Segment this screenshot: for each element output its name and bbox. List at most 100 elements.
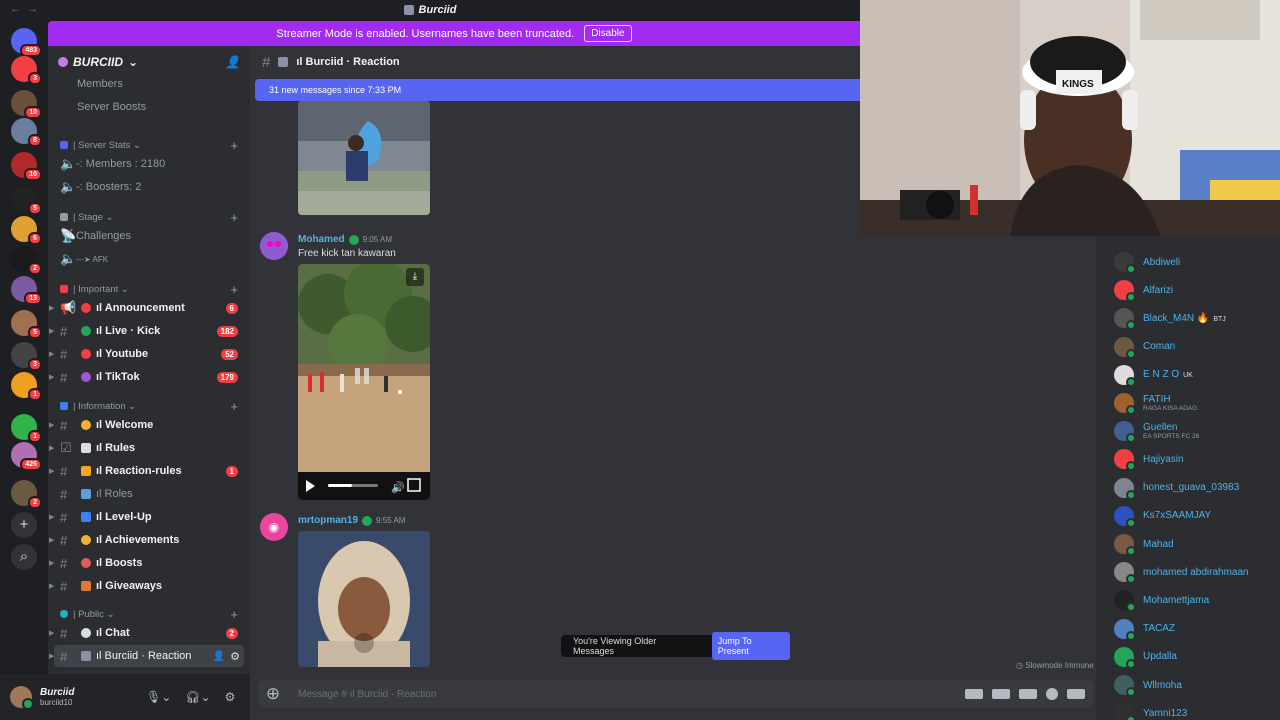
server-icon[interactable]: 3 — [11, 56, 42, 85]
member-item[interactable]: Coman — [1114, 336, 1280, 359]
download-icon[interactable]: ⤓ — [406, 268, 424, 286]
sticker-icon[interactable] — [1019, 689, 1037, 699]
member-item[interactable]: Mahad — [1114, 533, 1280, 556]
jump-to-present-button[interactable]: Jump To Present — [711, 632, 790, 660]
add-channel-icon[interactable]: + — [230, 607, 238, 622]
invite-people-icon[interactable]: 👤 — [225, 55, 240, 69]
channel-youtube[interactable]: ▶ # ıl Youtube 52 — [48, 343, 250, 365]
message-author[interactable]: mrtopman19 9:55 AM — [298, 515, 405, 526]
member-item[interactable]: Updalla — [1114, 646, 1280, 669]
voice-members-count[interactable]: 🔈 -: Members : 2180 — [48, 153, 250, 175]
server-icon[interactable]: 10 — [11, 152, 42, 181]
server-icon[interactable]: 10 — [11, 90, 42, 119]
member-item[interactable]: Black_M4N 🔥 BTJ — [1114, 307, 1280, 331]
channel-level-up[interactable]: ▶ # ıl Level-Up — [48, 506, 250, 528]
hash-icon: # — [60, 555, 68, 571]
hash-icon: # — [60, 486, 68, 502]
member-item[interactable]: Guellen EA SPORTS FC 26 — [1114, 420, 1280, 444]
megaphone-icon: 📢 — [60, 300, 77, 315]
category-important[interactable]: | Important ⌄ + — [48, 279, 250, 299]
category-public[interactable]: | Public ⌄ + — [48, 604, 250, 624]
settings-gear-icon[interactable]: ⚙ — [230, 650, 240, 663]
message-author[interactable]: Mohamed 9:05 AM — [298, 234, 392, 245]
apps-icon[interactable] — [1067, 689, 1085, 699]
member-item[interactable]: Yamni123 — [1114, 702, 1280, 720]
member-name: Mohamettjama — [1143, 594, 1210, 606]
voice-boosters[interactable]: 🔈 -: Boosters: 2 — [48, 176, 250, 198]
stage-icon: 📡 — [60, 228, 77, 243]
channel-giveaways[interactable]: ▶ # ıl Giveaways — [48, 575, 250, 597]
category-stage[interactable]: | Stage ⌄ + — [48, 207, 250, 227]
add-channel-icon[interactable]: + — [230, 399, 238, 414]
add-server-icon[interactable]: + — [11, 512, 37, 538]
avatar[interactable] — [260, 232, 288, 260]
headphones-icon[interactable]: 🎧︎⌄ — [185, 690, 210, 704]
member-item[interactable]: E N Z O UK — [1114, 364, 1280, 387]
new-messages-bar[interactable]: 31 new messages since 7:33 PM — [255, 79, 860, 101]
channel-rules[interactable]: ▶ ☑ ıl Rules — [48, 437, 250, 459]
server-icon[interactable]: 5 — [11, 310, 42, 339]
add-member-icon[interactable]: 👤 — [213, 651, 225, 662]
member-item[interactable]: honest_guava_03983 — [1114, 477, 1280, 500]
back-arrow-icon[interactable]: ← → — [10, 3, 38, 15]
webcam-overlay: KINGS — [860, 0, 1280, 236]
server-icon[interactable]: 2 — [11, 480, 42, 509]
discover-icon[interactable]: ⌕ — [11, 544, 37, 570]
add-channel-icon[interactable]: + — [230, 138, 238, 153]
server-icon[interactable]: 1 — [11, 372, 42, 401]
server-icon[interactable]: 6 — [11, 216, 42, 245]
server-icon[interactable]: 13 — [11, 276, 42, 305]
microphone-icon[interactable]: 🎙︎⌄ — [146, 690, 171, 704]
unread-badge: 8 — [28, 134, 42, 147]
mention-badge: 179 — [216, 371, 238, 383]
members-link[interactable]: Members — [48, 73, 250, 95]
channel-tiktok[interactable]: ▶ # ıl TikTok 179 — [48, 366, 250, 388]
add-channel-icon[interactable]: + — [230, 210, 238, 225]
message-input[interactable]: Message # ıl Burciid · Reaction — [298, 689, 965, 700]
server-icon[interactable]: 3 — [11, 342, 42, 371]
member-item[interactable]: FATIH RAGA KISA ADAG — [1114, 392, 1280, 415]
avatar[interactable]: ◉ — [260, 513, 288, 541]
channel-boosts[interactable]: ▶ # ıl Boosts — [48, 552, 250, 574]
server-icon[interactable]: 1 — [11, 414, 42, 443]
category-information[interactable]: | Information ⌄ + — [48, 396, 250, 416]
server-icon[interactable]: 483 — [11, 28, 42, 57]
add-attachment-icon[interactable]: ⊕ — [258, 684, 288, 704]
gif-icon[interactable] — [992, 689, 1010, 699]
add-channel-icon[interactable]: + — [230, 282, 238, 297]
member-item[interactable]: Alfarizi — [1114, 279, 1280, 303]
stage-challenges[interactable]: 📡 Challenges — [48, 225, 250, 247]
emoji-icon[interactable] — [1046, 688, 1058, 700]
channel-reaction-rules[interactable]: ▶ # ıl Reaction-rules 1 — [48, 460, 250, 482]
video-attachment[interactable]: 🔊 ⤓ — [298, 264, 430, 500]
channel-burciid-reaction[interactable]: ▶ # ıl Burciid · Reaction 👤 ⚙ — [49, 645, 244, 667]
disable-button[interactable]: Disable — [584, 25, 632, 42]
channel-achievements[interactable]: ▶ # ıl Achievements — [48, 529, 250, 551]
video-attachment[interactable] — [298, 531, 430, 667]
voice-afk[interactable]: 🔈 ---➤ AFK — [48, 248, 250, 270]
channel-live-kick[interactable]: ▶ # ıl Live · Kick 182 — [48, 320, 250, 342]
user-settings-gear-icon[interactable]: ⚙ — [225, 690, 236, 704]
image-attachment[interactable] — [298, 101, 430, 215]
member-item[interactable]: Wllmoha — [1114, 674, 1280, 697]
channel-roles[interactable]: # ıl Roles — [48, 483, 250, 505]
gift-icon[interactable] — [965, 689, 983, 699]
server-boosts-link[interactable]: Server Boosts — [48, 96, 250, 118]
member-item[interactable]: Hajiyasin — [1114, 448, 1280, 472]
channel-welcome[interactable]: ▶ # ıl Welcome — [48, 414, 250, 436]
member-item[interactable]: Abdiweli — [1114, 251, 1280, 274]
window-title: Burciid — [403, 4, 456, 16]
member-item[interactable]: Mohamettjama — [1114, 589, 1280, 613]
category-server-stats[interactable]: | Server Stats ⌄ + — [48, 135, 250, 155]
channel-announcement[interactable]: ▶ 📢 ıl Announcement 6 — [48, 297, 250, 319]
server-icon[interactable]: 5 — [11, 186, 42, 215]
avatar[interactable] — [10, 686, 34, 710]
server-icon[interactable]: 426 — [11, 442, 42, 471]
member-item[interactable]: mohamed abdirahmaan — [1114, 561, 1280, 585]
channel-chat[interactable]: ▶ # ıl Chat 2 — [48, 622, 250, 644]
member-item[interactable]: Ks7xSAAMJAY — [1114, 505, 1280, 528]
unread-badge: 426 — [20, 458, 42, 471]
member-item[interactable]: TACAZ — [1114, 618, 1280, 641]
server-icon[interactable]: 2 — [11, 246, 42, 275]
server-icon[interactable]: 8 — [11, 118, 42, 147]
